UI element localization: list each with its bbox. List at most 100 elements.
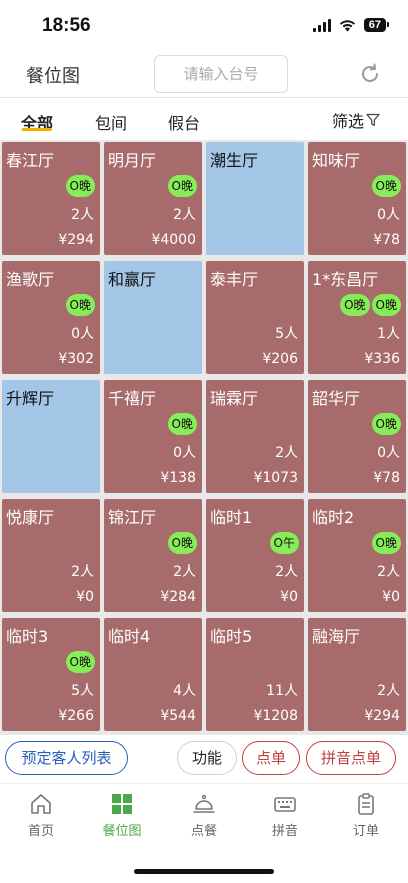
table-name: 春江厅 — [6, 151, 55, 170]
keyboard-icon — [274, 797, 296, 812]
bill-amount: ¥78 — [373, 232, 400, 248]
status-time: 18:56 — [42, 15, 91, 36]
meal-tags: O晚 — [65, 294, 95, 316]
guest-count: 1人 — [377, 326, 400, 342]
table-card[interactable]: 临时5 11人 ¥1208 — [206, 618, 304, 731]
guest-count: 2人 — [377, 683, 400, 699]
meal-period-badge: O晚 — [65, 175, 95, 197]
table-name: 千禧厅 — [108, 389, 157, 408]
table-card[interactable]: 1*东昌厅 O晚 O晚 1人 ¥336 — [308, 261, 406, 374]
clipboard-icon — [358, 793, 374, 815]
guest-count: 2人 — [377, 564, 400, 580]
tab-fake-tables[interactable]: 假台 — [168, 110, 200, 134]
meal-period-badge: O晚 — [340, 294, 370, 316]
bill-amount: ¥138 — [160, 470, 196, 486]
table-name: 融海厅 — [312, 627, 361, 646]
guest-count: 2人 — [71, 207, 94, 223]
guest-count: 5人 — [275, 326, 298, 342]
bill-amount: ¥336 — [364, 351, 400, 367]
nav-seat-map[interactable]: 餐位图 — [87, 792, 157, 839]
meal-period-badge: O午 — [269, 532, 299, 554]
table-card[interactable]: 融海厅 2人 ¥294 — [308, 618, 406, 731]
guest-count: 0人 — [377, 445, 400, 461]
table-card[interactable]: 千禧厅 O晚 0人 ¥138 — [104, 380, 202, 493]
table-card[interactable]: 和赢厅 — [104, 261, 202, 374]
table-card[interactable]: 悦康厅 2人 ¥0 — [2, 499, 100, 612]
nav-home-label: 首页 — [27, 824, 54, 839]
bill-amount: ¥4000 — [151, 232, 196, 248]
meal-period-badge: O晚 — [371, 175, 401, 197]
table-card[interactable]: 春江厅 O晚 2人 ¥294 — [2, 142, 100, 255]
bill-amount: ¥0 — [76, 589, 94, 605]
table-name: 潮生厅 — [210, 151, 259, 170]
bill-amount: ¥544 — [160, 708, 196, 724]
table-name: 临时5 — [210, 627, 253, 646]
meal-tags: O晚 — [65, 651, 95, 673]
table-name: 临时3 — [6, 627, 49, 646]
guest-count: 4人 — [173, 683, 196, 699]
table-grid: 春江厅 O晚 2人 ¥294 明月厅 O晚 2人 ¥4000 潮生厅 知味厅 O晚 0人 ¥78 渔歌厅 O… — [0, 140, 408, 735]
table-card[interactable]: 临时4 4人 ¥544 — [104, 618, 202, 731]
table-card[interactable]: 临时3 O晚 5人 ¥266 — [2, 618, 100, 731]
battery-indicator: 67 — [363, 18, 390, 32]
table-name: 临时2 — [312, 508, 355, 527]
table-card[interactable]: 锦江厅 O晚 2人 ¥284 — [104, 499, 202, 612]
table-search-input[interactable]: 请输入台号 — [154, 55, 288, 93]
bill-amount: ¥1073 — [253, 470, 298, 486]
table-name: 泰丰厅 — [210, 270, 259, 289]
table-name: 锦江厅 — [108, 508, 157, 527]
home-icon — [31, 794, 51, 814]
filter-button[interactable]: 筛选 — [332, 108, 380, 132]
signal-icon — [312, 18, 331, 32]
header: 餐位图 请输入台号 — [0, 52, 408, 98]
function-button[interactable]: 功能 — [177, 741, 237, 775]
order-button[interactable]: 点单 — [242, 741, 300, 775]
bill-amount: ¥0 — [280, 589, 298, 605]
table-name: 悦康厅 — [6, 508, 55, 527]
table-card[interactable]: 知味厅 O晚 0人 ¥78 — [308, 142, 406, 255]
meal-period-badge: O晚 — [167, 413, 197, 435]
table-card[interactable]: 瑞霖厅 2人 ¥1073 — [206, 380, 304, 493]
pinyin-order-button[interactable]: 拼音点单 — [306, 741, 396, 775]
meal-tags: O晚 — [371, 413, 401, 435]
nav-pinyin[interactable]: 拼音 — [250, 792, 320, 839]
nav-home[interactable]: 首页 — [6, 792, 76, 839]
guest-count: 2人 — [173, 207, 196, 223]
table-card[interactable]: 韶华厅 O晚 0人 ¥78 — [308, 380, 406, 493]
meal-tags: O晚 — [167, 532, 197, 554]
bill-amount: ¥294 — [364, 708, 400, 724]
bill-amount: ¥302 — [58, 351, 94, 367]
meal-tags: O晚 — [167, 413, 197, 435]
table-card[interactable]: 临时2 O晚 2人 ¥0 — [308, 499, 406, 612]
cloche-icon — [193, 794, 215, 813]
bill-amount: ¥266 — [58, 708, 94, 724]
filter-icon — [366, 113, 380, 127]
table-name: 渔歌厅 — [6, 270, 55, 289]
nav-orders[interactable]: 订单 — [331, 792, 401, 839]
seat-map-icon — [112, 794, 132, 814]
table-card[interactable]: 明月厅 O晚 2人 ¥4000 — [104, 142, 202, 255]
nav-ordering[interactable]: 点餐 — [169, 792, 239, 839]
guest-count: 2人 — [173, 564, 196, 580]
table-card[interactable]: 临时1 O午 2人 ¥0 — [206, 499, 304, 612]
table-card[interactable]: 泰丰厅 5人 ¥206 — [206, 261, 304, 374]
meal-period-badge: O晚 — [65, 651, 95, 673]
table-name: 明月厅 — [108, 151, 157, 170]
meal-period-badge: O晚 — [371, 532, 401, 554]
active-tab-indicator — [22, 128, 52, 131]
table-card[interactable]: 潮生厅 — [206, 142, 304, 255]
reservation-list-button[interactable]: 预定客人列表 — [5, 741, 128, 775]
meal-tags: O晚 — [167, 175, 197, 197]
tab-private-rooms[interactable]: 包间 — [95, 110, 127, 134]
table-card[interactable]: 升辉厅 — [2, 380, 100, 493]
bill-amount: ¥78 — [373, 470, 400, 486]
bill-amount: ¥0 — [382, 589, 400, 605]
refresh-icon[interactable] — [358, 62, 382, 86]
meal-tags: O午 — [269, 532, 299, 554]
table-card[interactable]: 渔歌厅 O晚 0人 ¥302 — [2, 261, 100, 374]
nav-pinyin-label: 拼音 — [271, 824, 298, 839]
meal-period-badge: O晚 — [167, 532, 197, 554]
nav-seat-map-label: 餐位图 — [102, 824, 142, 839]
bill-amount: ¥1208 — [253, 708, 298, 724]
bill-amount: ¥206 — [262, 351, 298, 367]
